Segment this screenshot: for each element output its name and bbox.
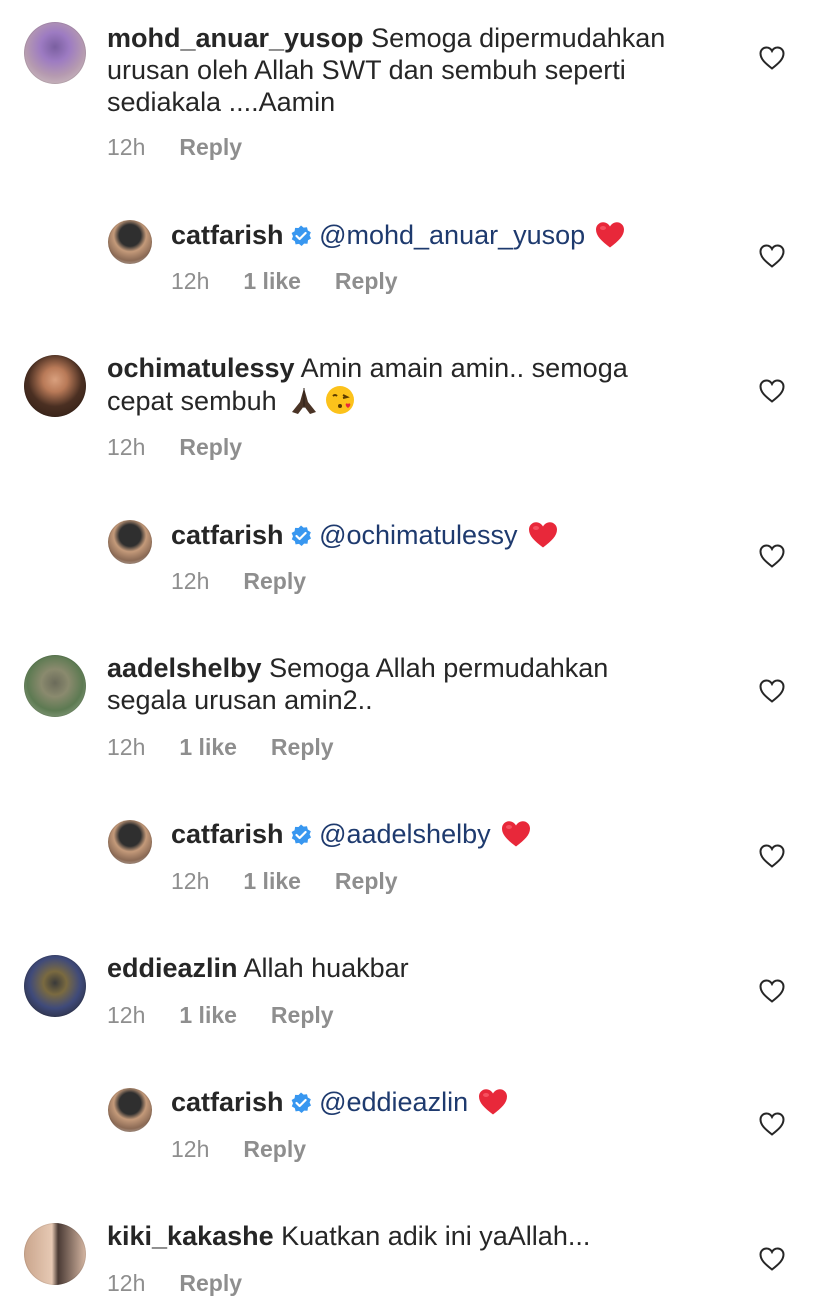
comment-meta: 12h 1 like Reply bbox=[171, 868, 432, 895]
comment-body-line: segala urusan amin2.. bbox=[107, 685, 373, 715]
red-heart-emoji-icon bbox=[528, 521, 558, 549]
comment-text: catfarish @eddieazlin bbox=[171, 1086, 711, 1118]
comment-body: Amin amain amin.. semoga bbox=[300, 353, 628, 383]
comment-meta: 12h Reply bbox=[107, 134, 276, 161]
comment-text: mohd_anuar_yusop Semoga dipermudahkan ur… bbox=[107, 22, 727, 118]
verified-badge-icon bbox=[290, 824, 312, 846]
red-heart-emoji-icon bbox=[501, 820, 531, 848]
reply-button[interactable]: Reply bbox=[335, 268, 398, 295]
comment-meta: 12h Reply bbox=[107, 434, 276, 461]
comment-body: Semoga Allah permudahkan bbox=[269, 653, 609, 683]
praying-hands-emoji-icon bbox=[292, 388, 317, 414]
username[interactable]: mohd_anuar_yusop bbox=[107, 23, 364, 53]
likes-count[interactable]: 1 like bbox=[243, 268, 301, 295]
comment-body: Semoga dipermudahkan bbox=[371, 23, 666, 53]
comment: mohd_anuar_yusop Semoga dipermudahkan ur… bbox=[0, 0, 828, 180]
avatar[interactable] bbox=[24, 955, 86, 1017]
mention-link[interactable]: @mohd_anuar_yusop bbox=[319, 220, 585, 250]
heart-icon[interactable] bbox=[759, 1112, 785, 1136]
heart-icon[interactable] bbox=[759, 679, 785, 703]
avatar[interactable] bbox=[24, 355, 86, 417]
reply-button[interactable]: Reply bbox=[335, 868, 398, 895]
comment-text: catfarish @aadelshelby bbox=[171, 818, 711, 850]
username[interactable]: catfarish bbox=[171, 819, 284, 849]
comment-meta: 12h Reply bbox=[171, 568, 340, 595]
heart-icon[interactable] bbox=[759, 379, 785, 403]
username[interactable]: kiki_kakashe bbox=[107, 1221, 274, 1251]
red-heart-emoji-icon bbox=[478, 1088, 508, 1116]
comment-meta: 12h Reply bbox=[171, 1136, 340, 1163]
comment-text: ochimatulessy Amin amain amin.. semoga c… bbox=[107, 352, 707, 417]
reply-button[interactable]: Reply bbox=[271, 1002, 334, 1029]
timestamp: 12h bbox=[171, 568, 210, 594]
heart-icon[interactable] bbox=[759, 979, 785, 1003]
comment: aadelshelby Semoga Allah permudahkan seg… bbox=[0, 634, 828, 774]
avatar[interactable] bbox=[108, 1088, 152, 1132]
heart-icon[interactable] bbox=[759, 46, 785, 70]
username[interactable]: eddieazlin bbox=[107, 953, 238, 983]
username[interactable]: ochimatulessy bbox=[107, 353, 295, 383]
avatar[interactable] bbox=[108, 220, 152, 264]
timestamp: 12h bbox=[171, 268, 210, 294]
username[interactable]: catfarish bbox=[171, 1087, 284, 1117]
comment-meta: 12h 1 like Reply bbox=[171, 268, 432, 295]
avatar[interactable] bbox=[24, 1223, 86, 1285]
comment-body-line: cepat sembuh bbox=[107, 386, 277, 416]
likes-count[interactable]: 1 like bbox=[179, 734, 237, 761]
username[interactable]: catfarish bbox=[171, 220, 284, 250]
mention-link[interactable]: @eddieazlin bbox=[319, 1087, 468, 1117]
comment: ochimatulessy Amin amain amin.. semoga c… bbox=[0, 334, 828, 474]
reply-comment: catfarish @mohd_anuar_yusop 12h 1 like R… bbox=[0, 200, 828, 320]
verified-badge-icon bbox=[290, 525, 312, 547]
timestamp: 12h bbox=[107, 1270, 146, 1296]
comment: kiki_kakashe Kuatkan adik ini yaAllah...… bbox=[0, 1202, 828, 1310]
comment-body: Allah huakbar bbox=[243, 953, 409, 983]
reply-comment: catfarish @ochimatulessy 12h Reply bbox=[0, 500, 828, 620]
timestamp: 12h bbox=[107, 434, 146, 460]
comment-meta: 12h Reply bbox=[107, 1270, 276, 1297]
username[interactable]: aadelshelby bbox=[107, 653, 262, 683]
avatar[interactable] bbox=[24, 22, 86, 84]
verified-badge-icon bbox=[290, 225, 312, 247]
comment-text: catfarish @ochimatulessy bbox=[171, 519, 711, 551]
mention-link[interactable]: @aadelshelby bbox=[319, 819, 491, 849]
reply-comment: catfarish @aadelshelby 12h 1 like Reply bbox=[0, 800, 828, 920]
reply-button[interactable]: Reply bbox=[271, 734, 334, 761]
heart-icon[interactable] bbox=[759, 544, 785, 568]
timestamp: 12h bbox=[107, 1002, 146, 1028]
avatar[interactable] bbox=[24, 655, 86, 717]
reply-button[interactable]: Reply bbox=[243, 568, 306, 595]
comment-text: aadelshelby Semoga Allah permudahkan seg… bbox=[107, 652, 707, 716]
reply-comment: catfarish @eddieazlin 12h Reply bbox=[0, 1068, 828, 1188]
avatar[interactable] bbox=[108, 820, 152, 864]
comment-text: kiki_kakashe Kuatkan adik ini yaAllah... bbox=[107, 1220, 707, 1252]
avatar[interactable] bbox=[108, 520, 152, 564]
verified-badge-icon bbox=[290, 1092, 312, 1114]
kissing-face-emoji-icon bbox=[326, 386, 355, 414]
comment-body-line: urusan oleh Allah SWT dan sembuh seperti bbox=[107, 55, 626, 85]
timestamp: 12h bbox=[171, 868, 210, 894]
comment-body: Kuatkan adik ini yaAllah... bbox=[281, 1221, 591, 1251]
comment-text: eddieazlin Allah huakbar bbox=[107, 952, 707, 984]
username[interactable]: catfarish bbox=[171, 520, 284, 550]
red-heart-emoji-icon bbox=[595, 221, 625, 249]
heart-icon[interactable] bbox=[759, 244, 785, 268]
timestamp: 12h bbox=[107, 734, 146, 760]
heart-icon[interactable] bbox=[759, 1247, 785, 1271]
mention-link[interactable]: @ochimatulessy bbox=[319, 520, 517, 550]
comment-body-line: sediakala ....Aamin bbox=[107, 87, 336, 117]
comment: eddieazlin Allah huakbar 12h 1 like Repl… bbox=[0, 934, 828, 1044]
likes-count[interactable]: 1 like bbox=[179, 1002, 237, 1029]
reply-button[interactable]: Reply bbox=[179, 434, 242, 461]
comment-meta: 12h 1 like Reply bbox=[107, 1002, 368, 1029]
timestamp: 12h bbox=[171, 1136, 210, 1162]
reply-button[interactable]: Reply bbox=[179, 1270, 242, 1297]
comment-text: catfarish @mohd_anuar_yusop bbox=[171, 219, 711, 251]
reply-button[interactable]: Reply bbox=[243, 1136, 306, 1163]
comment-meta: 12h 1 like Reply bbox=[107, 734, 368, 761]
timestamp: 12h bbox=[107, 134, 146, 160]
heart-icon[interactable] bbox=[759, 844, 785, 868]
reply-button[interactable]: Reply bbox=[179, 134, 242, 161]
likes-count[interactable]: 1 like bbox=[243, 868, 301, 895]
